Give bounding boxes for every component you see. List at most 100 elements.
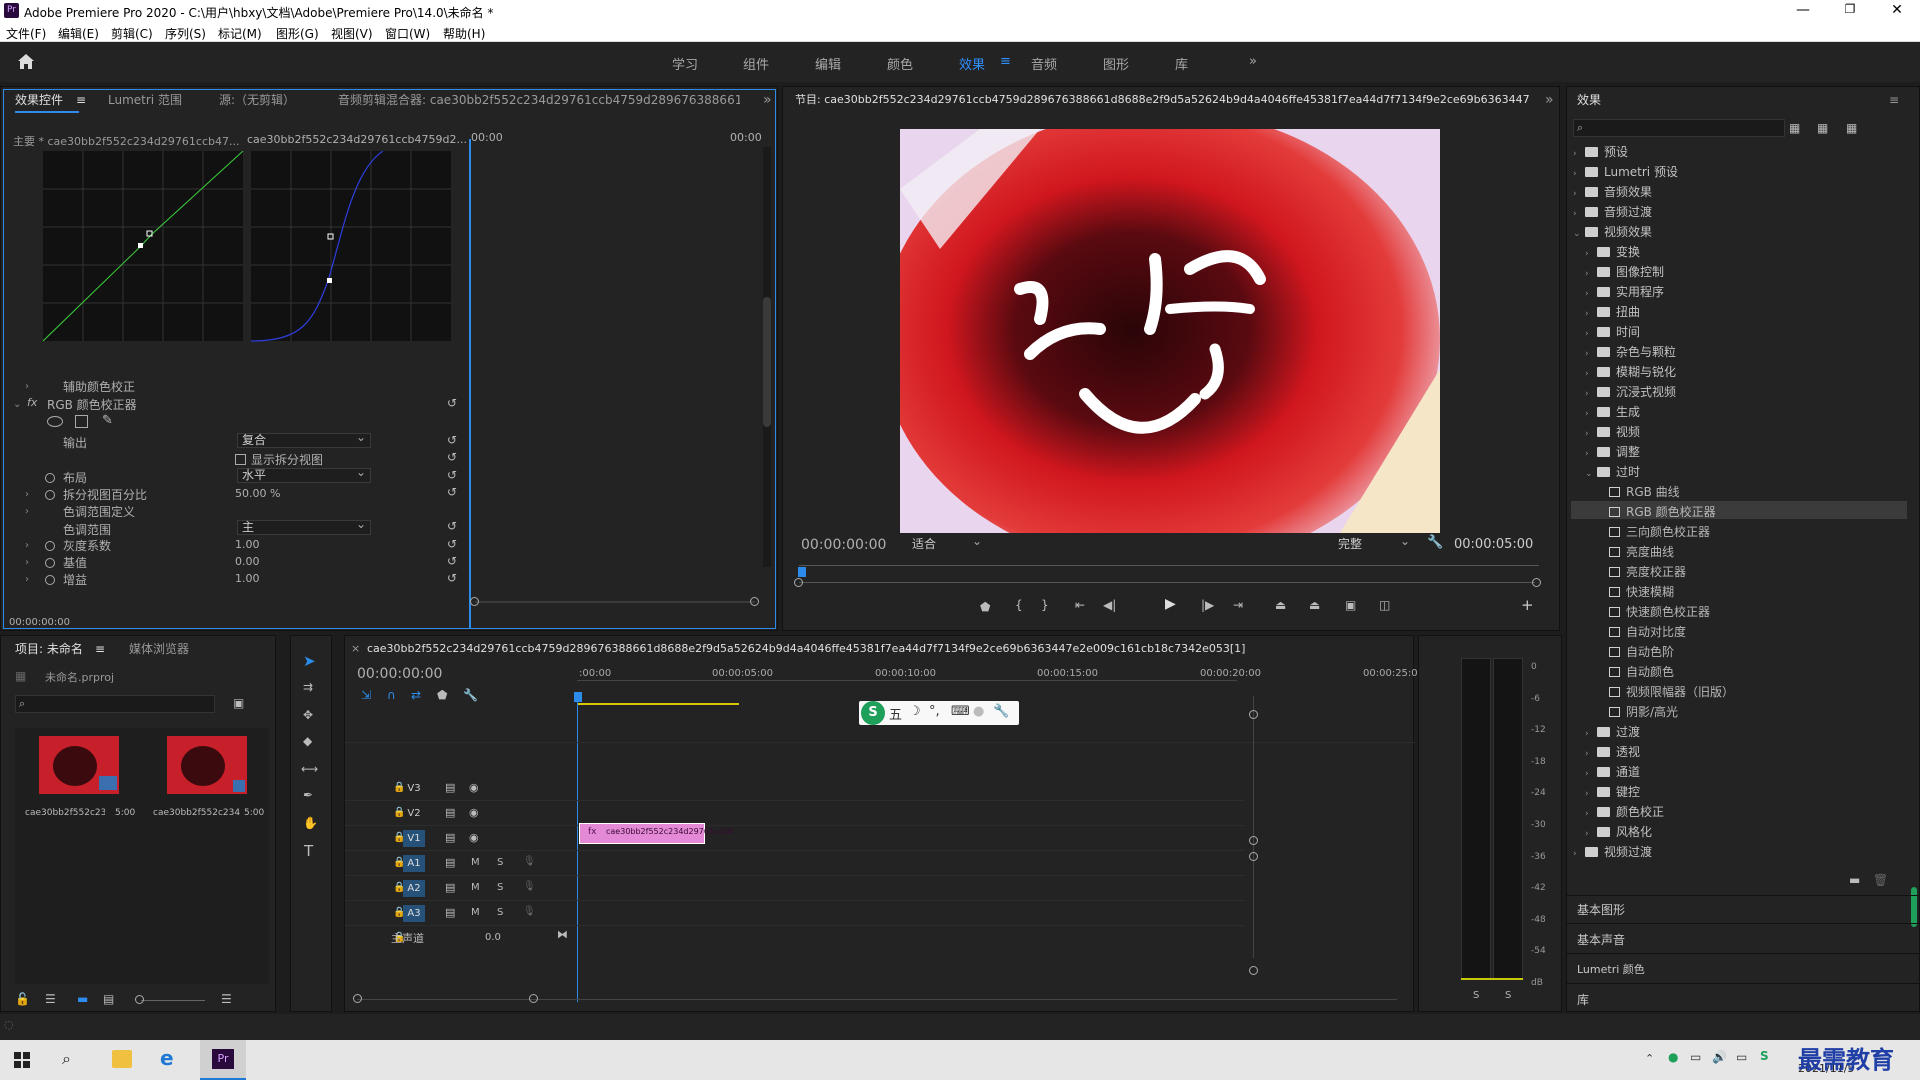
program-timecode[interactable]: 00:00:00:00 bbox=[801, 537, 886, 553]
effects-tree-item[interactable]: ⌄ 视频效果 bbox=[1573, 223, 1652, 240]
timeline-hscroll[interactable] bbox=[357, 999, 1397, 1000]
effects-tree-item[interactable]: › 颜色校正 bbox=[1585, 803, 1664, 820]
expand-split-pct-icon[interactable]: › bbox=[25, 489, 29, 500]
effects-tree-item[interactable]: 快速模糊 bbox=[1597, 583, 1674, 600]
effects-tree-item[interactable]: › 音频过渡 bbox=[1573, 203, 1652, 220]
collapsed-libraries[interactable]: 库 bbox=[1577, 991, 1589, 1008]
pedestal-value[interactable]: 0.00 bbox=[235, 555, 260, 568]
chevron-down-icon[interactable]: ⌄ bbox=[1573, 229, 1585, 239]
effects-tree-item[interactable]: › 通道 bbox=[1585, 763, 1640, 780]
search-icon[interactable]: ⌕ bbox=[62, 1049, 71, 1069]
solo-button[interactable]: S bbox=[497, 882, 503, 893]
ec-scrollbar[interactable] bbox=[763, 147, 771, 567]
tab-project[interactable]: 项目: 未命名 bbox=[15, 636, 83, 662]
effects-tree-item[interactable]: 自动色阶 bbox=[1597, 643, 1674, 660]
expand-gain-icon[interactable]: › bbox=[25, 574, 29, 585]
premiere-taskbar-item[interactable]: Pr bbox=[200, 1040, 246, 1080]
freeform-view-icon[interactable]: ▤ bbox=[103, 992, 114, 1006]
mute-button[interactable]: M bbox=[471, 907, 480, 918]
workspace-more-icon[interactable]: » bbox=[1249, 54, 1257, 69]
chevron-right-icon[interactable]: › bbox=[1585, 449, 1597, 459]
ime-logo-icon[interactable]: S bbox=[861, 701, 885, 725]
hand-tool-icon[interactable]: ✋ bbox=[303, 816, 318, 830]
program-expand-icon[interactable]: » bbox=[1545, 87, 1554, 113]
sync-lock-icon[interactable]: ▤ bbox=[445, 831, 455, 844]
solo-right-button[interactable]: S bbox=[1505, 990, 1511, 1001]
fx-badge[interactable]: fx bbox=[27, 396, 37, 409]
reset-tonal-icon[interactable]: ↺ bbox=[447, 519, 459, 533]
eye-icon[interactable]: ◉ bbox=[469, 781, 479, 794]
reset-layout-icon[interactable]: ↺ bbox=[447, 468, 459, 482]
chevron-right-icon[interactable]: › bbox=[1585, 329, 1597, 339]
chevron-right-icon[interactable]: › bbox=[1585, 429, 1597, 439]
workspace-assembly[interactable]: 组件 bbox=[743, 54, 769, 73]
effects-tree-item[interactable]: › 沉浸式视频 bbox=[1585, 383, 1676, 400]
type-tool-icon[interactable]: T bbox=[304, 842, 313, 860]
edge-browser-icon[interactable]: e bbox=[160, 1046, 174, 1070]
lift-icon[interactable]: ⏏ bbox=[1275, 598, 1286, 612]
ec-zoom-left-handle[interactable] bbox=[470, 597, 479, 606]
v1-clip[interactable]: fx cae30bb2f552c234d29761ccb4 bbox=[579, 823, 733, 844]
track-target-v1[interactable]: V1 bbox=[403, 830, 425, 847]
chevron-right-icon[interactable]: › bbox=[1585, 289, 1597, 299]
microphone-icon[interactable]: 🎙 bbox=[523, 881, 536, 892]
minimize-button[interactable]: — bbox=[1788, 2, 1818, 18]
play-icon[interactable]: ▶ bbox=[1165, 596, 1176, 612]
vscroll-handle[interactable] bbox=[1249, 836, 1258, 845]
tray-volume-icon[interactable]: 🔊 bbox=[1712, 1050, 1727, 1064]
output-dropdown[interactable]: 复合 bbox=[237, 431, 371, 448]
effects-tree-item[interactable]: › 时间 bbox=[1585, 323, 1640, 340]
chevron-right-icon[interactable]: › bbox=[1585, 749, 1597, 759]
expand-tonal-def-icon[interactable]: › bbox=[25, 506, 29, 517]
clip-thumbnail-2[interactable] bbox=[167, 736, 247, 794]
clip-thumbnail-1[interactable] bbox=[39, 736, 119, 794]
go-to-in-icon[interactable]: ⇤ bbox=[1075, 598, 1085, 612]
effects-tree-item[interactable]: › 视频 bbox=[1585, 423, 1640, 440]
slip-tool-icon[interactable]: ⟷ bbox=[301, 762, 318, 776]
effects-tree-item[interactable]: 自动对比度 bbox=[1597, 623, 1686, 640]
hscroll-right-handle[interactable] bbox=[529, 994, 538, 1003]
effects-panel-title[interactable]: 效果 bbox=[1577, 87, 1601, 113]
timeline-timecode[interactable]: 00:00:00:00 bbox=[357, 666, 442, 682]
project-search-input[interactable]: ⌕ bbox=[15, 695, 215, 713]
pen-mask-icon[interactable]: ✎ bbox=[102, 413, 113, 428]
linked-selection-icon[interactable]: ⇄ bbox=[411, 688, 421, 702]
go-to-out-icon[interactable]: ⇥ bbox=[1233, 598, 1243, 612]
workspace-libraries[interactable]: 库 bbox=[1175, 54, 1188, 73]
master-clip-label[interactable]: 主要 * cae30bb2f552c234d29761ccb47... bbox=[13, 133, 239, 149]
program-ruler[interactable] bbox=[799, 565, 1539, 566]
effects-tree-item[interactable]: 快速颜色校正器 bbox=[1597, 603, 1710, 620]
ime-tool-icon[interactable]: 🔧 bbox=[993, 704, 1009, 719]
chevron-right-icon[interactable]: › bbox=[1585, 309, 1597, 319]
mark-in-icon[interactable]: { bbox=[1015, 598, 1023, 612]
stopwatch-icon[interactable] bbox=[45, 558, 55, 568]
tonal-range-dropdown[interactable]: 主 bbox=[237, 518, 371, 535]
effects-tree-item[interactable]: › Lumetri 预设 bbox=[1573, 163, 1678, 180]
panel-expand-icon[interactable]: » bbox=[763, 87, 772, 113]
work-area-bar[interactable] bbox=[577, 703, 739, 705]
workspace-color[interactable]: 颜色 bbox=[887, 54, 913, 73]
sync-lock-icon[interactable]: ▤ bbox=[445, 781, 455, 794]
ec-zoom-bar[interactable] bbox=[475, 601, 755, 603]
effects-tree-item[interactable]: › 键控 bbox=[1585, 783, 1640, 800]
effects-tree-item[interactable]: 视频限幅器（旧版） bbox=[1597, 683, 1734, 700]
master-go-icon[interactable]: ⧓ bbox=[557, 928, 568, 941]
mark-out-icon[interactable]: } bbox=[1041, 598, 1049, 612]
ime-moon-icon[interactable]: ☽ bbox=[909, 704, 921, 719]
chevron-right-icon[interactable]: › bbox=[1585, 269, 1597, 279]
vscroll-handle[interactable] bbox=[1249, 966, 1258, 975]
program-zoom-left-handle[interactable] bbox=[794, 578, 803, 587]
tab-effect-controls-menu[interactable]: ≡ bbox=[76, 87, 86, 113]
effects-tree-item[interactable]: RGB 颜色校正器 bbox=[1597, 503, 1716, 520]
effects-tree-item[interactable]: 亮度校正器 bbox=[1597, 563, 1686, 580]
effects-tree-item[interactable]: › 过渡 bbox=[1585, 723, 1640, 740]
tab-source[interactable]: 源:（无剪辑） bbox=[219, 87, 295, 113]
home-icon[interactable] bbox=[16, 52, 38, 72]
marker-icon[interactable]: ⬟ bbox=[980, 600, 990, 614]
timeline-playhead-line[interactable] bbox=[577, 702, 578, 1002]
effects-tree-item[interactable]: › 透视 bbox=[1585, 743, 1640, 760]
tray-chevron-icon[interactable]: ⌃ bbox=[1645, 1052, 1654, 1065]
chevron-right-icon[interactable]: › bbox=[1573, 169, 1585, 179]
effects-tree-item[interactable]: › 模糊与锐化 bbox=[1585, 363, 1676, 380]
chevron-right-icon[interactable]: › bbox=[1573, 849, 1585, 859]
